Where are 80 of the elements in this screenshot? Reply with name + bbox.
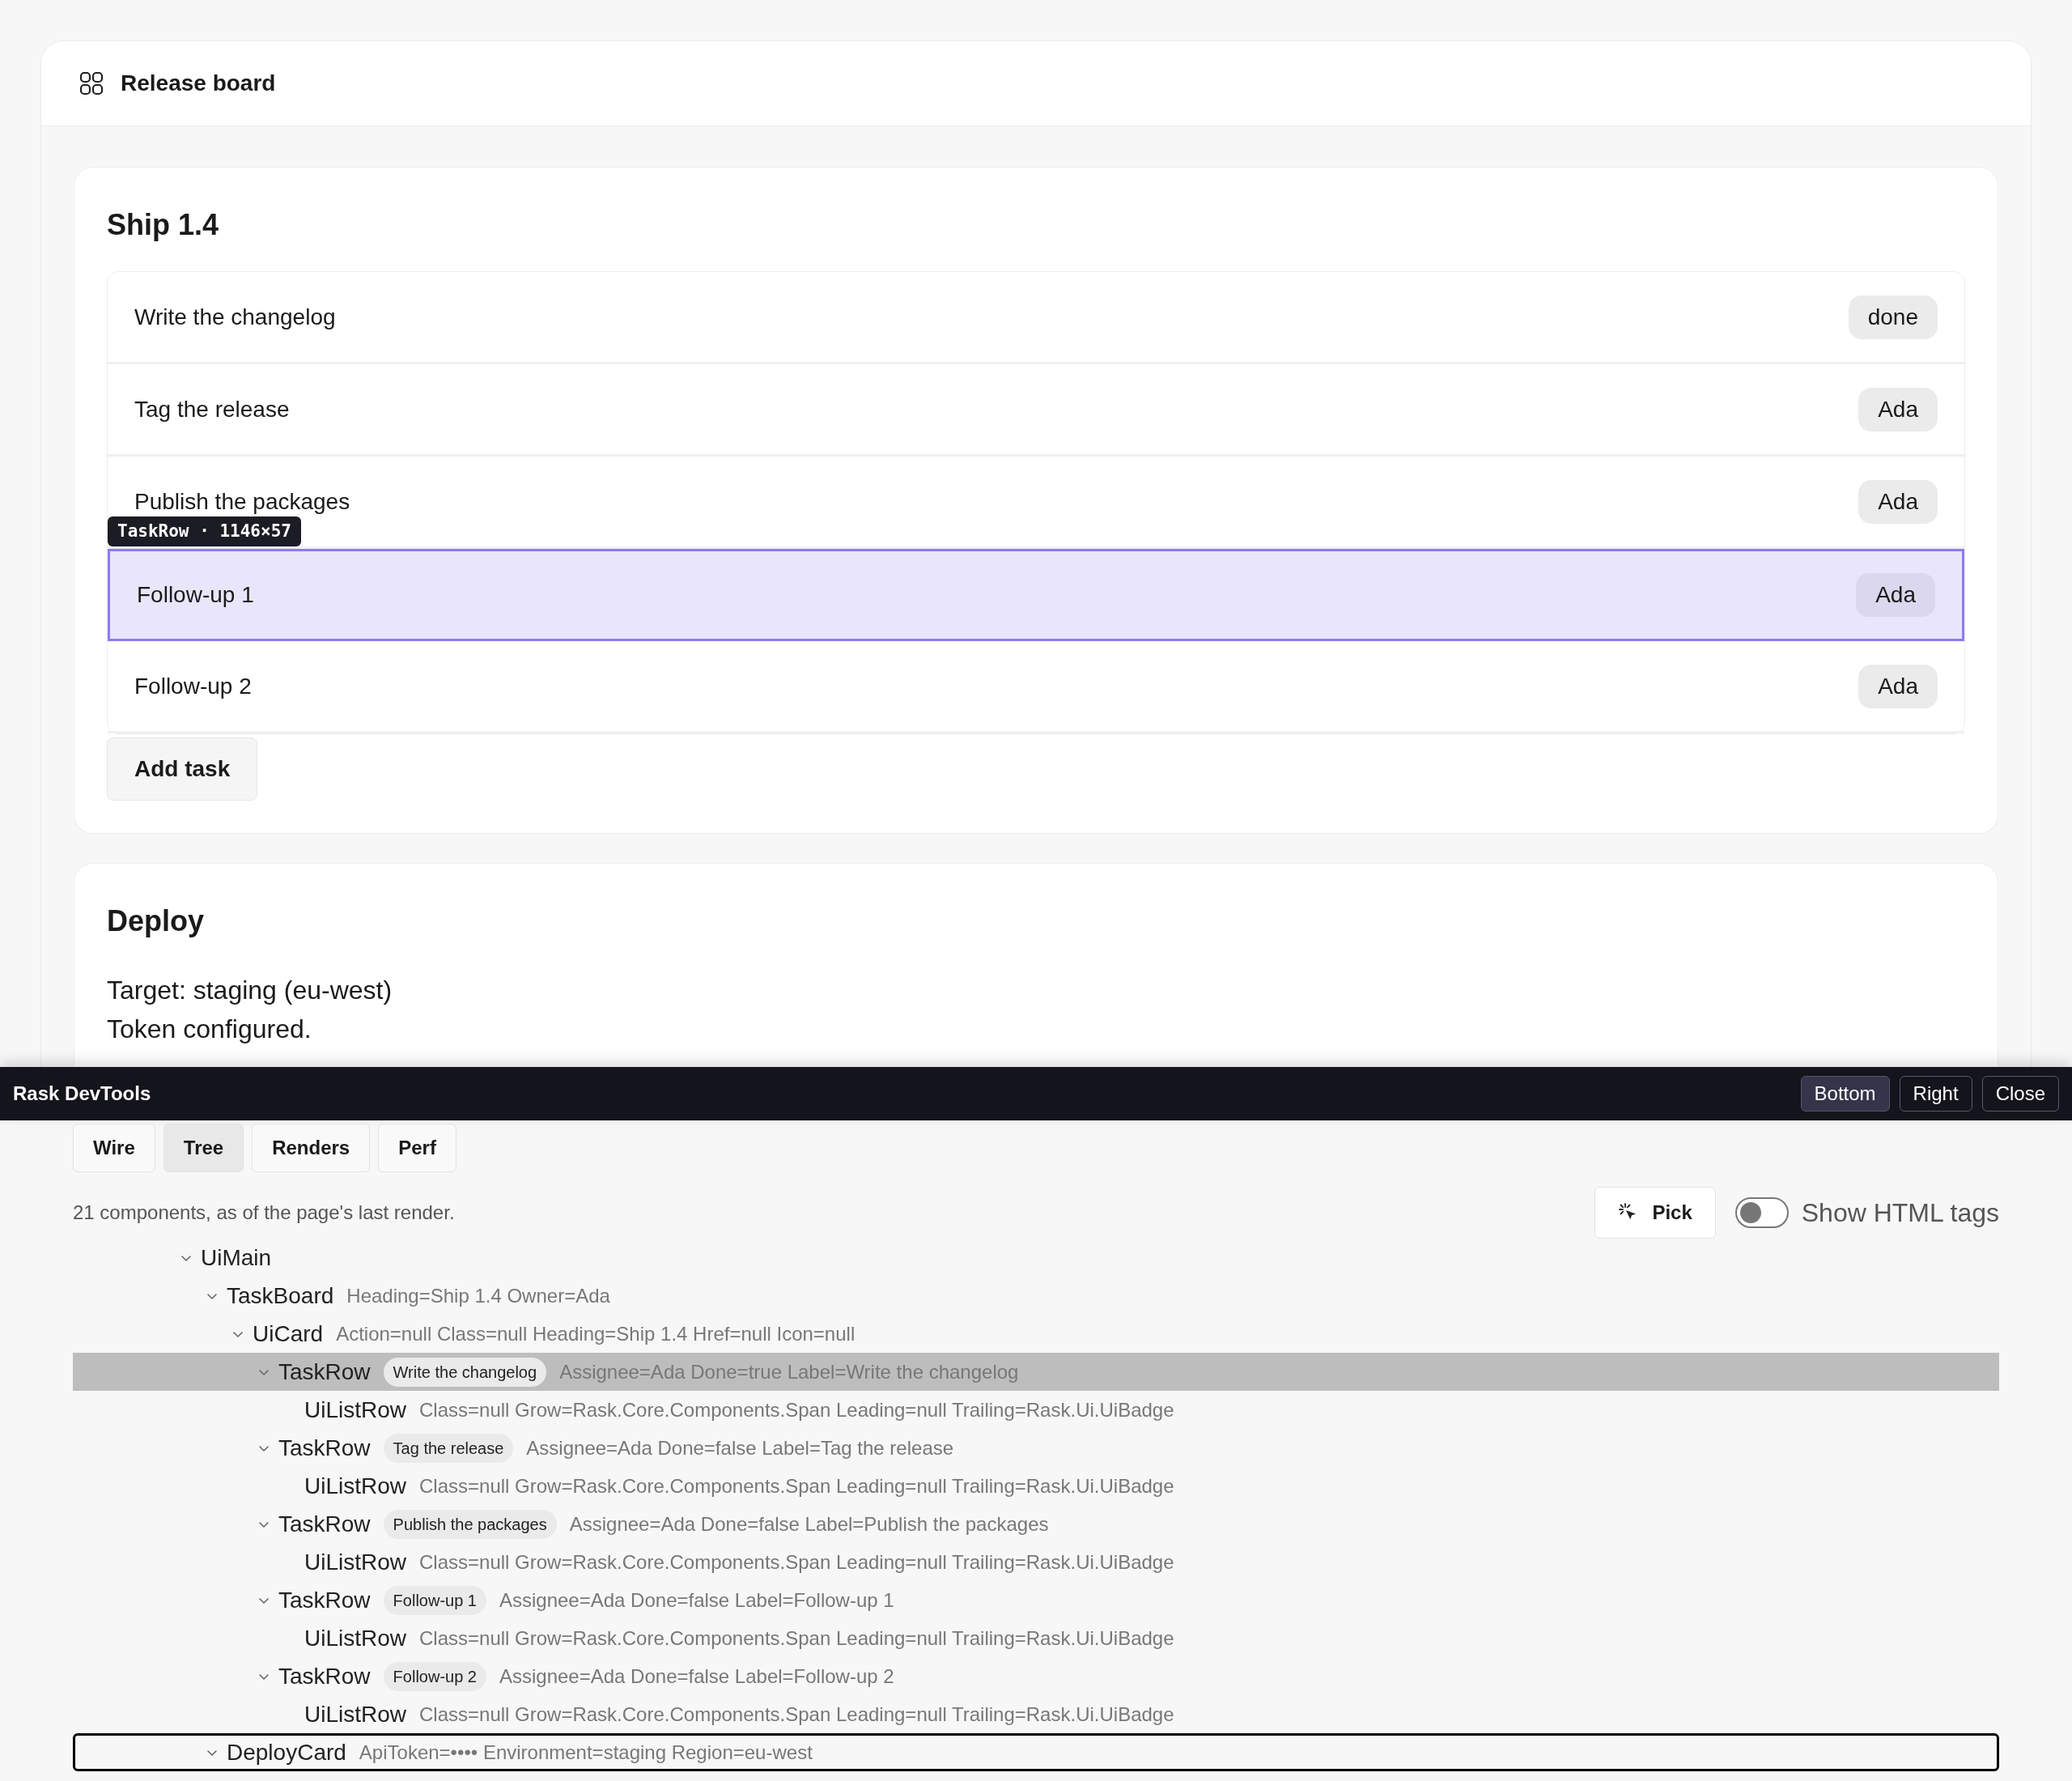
component-name: DeployCard	[227, 1738, 346, 1766]
task-row[interactable]: Write the changelog done	[108, 272, 1964, 364]
component-props: Class=null Grow=Rask.Core.Components.Span Leading=null Trailing=Rask.Ui.UiBadge	[419, 1702, 1174, 1727]
tree-row[interactable]: TaskRow Write the changelog Assignee=Ada Done=true Label=Write the changelog	[73, 1353, 1999, 1391]
component-name: UiMain	[201, 1243, 272, 1272]
tree-row[interactable]: TaskRow Tag the release Assignee=Ada Done=false Label=Tag the release	[73, 1429, 1999, 1467]
tree-row[interactable]: TaskRow Follow-up 1 Assignee=Ada Done=false Label=Follow-up 1	[73, 1581, 1999, 1619]
task-label: Follow-up 2	[134, 672, 252, 700]
component-props: Assignee=Ada Done=false Label=Publish the packages	[569, 1511, 1049, 1537]
component-summary: 21 components, as of the page's last render.	[73, 1201, 455, 1225]
dock-button[interactable]: Right	[1899, 1076, 1972, 1112]
assignee-badge: Ada	[1856, 573, 1935, 617]
tree-row[interactable]: DeployCard ApiToken=•••• Environment=staging Region=eu-west	[73, 1733, 1999, 1771]
assignee-badge: Ada	[1858, 387, 1938, 431]
devtools-tab[interactable]: Wire	[73, 1124, 155, 1172]
component-name: TaskBoard	[227, 1282, 334, 1310]
assignee-badge: done	[1848, 295, 1938, 339]
component-props: Class=null Grow=Rask.Core.Components.Span Leading=null Trailing=Rask.Ui.UiBadge	[419, 1626, 1174, 1651]
component-name: UiListRow	[304, 1700, 407, 1728]
dock-button[interactable]: Bottom	[1800, 1076, 1890, 1112]
component-name: TaskRow	[278, 1586, 371, 1614]
task-label: Write the changelog	[134, 303, 336, 331]
pick-button[interactable]: Pick	[1594, 1187, 1716, 1239]
tree-row[interactable]: UiListRow Class=null Grow=Rask.Core.Components.Span Leading=null Trailing=Rask.Ui.UiBadge	[73, 1467, 1999, 1505]
task-label: Tag the release	[134, 395, 290, 423]
label-pill: Write the changelog	[383, 1357, 547, 1387]
component-name: UiListRow	[304, 1396, 407, 1424]
devtools-tab[interactable]: Tree	[163, 1124, 244, 1172]
tree-row[interactable]: UiCard Action=null Class=null Heading=Ship 1.4 Href=null Icon=null	[73, 1315, 1999, 1353]
component-props: Assignee=Ada Done=false Label=Tag the release	[526, 1435, 954, 1460]
deploy-text: Target: staging (eu-west)	[107, 975, 393, 1006]
component-props: ApiToken=•••• Environment=staging Region=eu-west	[359, 1740, 813, 1765]
component-props: Assignee=Ada Done=false Label=Follow-up 2	[499, 1664, 894, 1689]
assignee-badge: Ada	[1858, 479, 1938, 524]
devtools-tab[interactable]: Perf	[378, 1124, 456, 1172]
task-label: Publish the packages	[134, 487, 350, 516]
label-pill: Publish the packages	[383, 1509, 557, 1539]
label-pill: Follow-up 1	[383, 1585, 486, 1615]
tree-row[interactable]: TaskBoard Heading=Ship 1.4 Owner=Ada	[73, 1277, 1999, 1315]
component-props: Heading=Ship 1.4 Owner=Ada	[346, 1283, 610, 1308]
toggle-label: Show HTML tags	[1801, 1197, 1999, 1229]
deploy-text: Token configured.	[107, 1014, 312, 1045]
grid-icon	[79, 70, 104, 96]
dock-button[interactable]: Close	[1981, 1076, 2059, 1112]
label-pill: Tag the release	[383, 1433, 514, 1463]
tree-row[interactable]: TaskRow Publish the packages Assignee=Ada Done=false Label=Publish the packages	[73, 1505, 1999, 1543]
toggle-switch[interactable]	[1734, 1197, 1789, 1228]
tree-row[interactable]: UiListRow Class=null Grow=Rask.Core.Components.Span Leading=null Trailing=Rask.Ui.UiBadge	[73, 1695, 1999, 1733]
tree-row[interactable]: UiListRow Class=null Grow=Rask.Core.Components.Span Leading=null Trailing=Rask.Ui.UiBadge	[73, 1391, 1999, 1429]
inspector-tooltip: TaskRow · 1146×57	[108, 516, 301, 546]
label-pill: Follow-up 2	[383, 1661, 486, 1691]
component-name: TaskRow	[278, 1358, 371, 1386]
devtools-tab[interactable]: Renders	[252, 1124, 371, 1172]
add-task-button[interactable]: Add task	[107, 737, 258, 801]
app-title: Release board	[121, 70, 276, 97]
tree-row[interactable]: TaskRow Follow-up 2 Assignee=Ada Done=false Label=Follow-up 2	[73, 1657, 1999, 1695]
card-heading: Deploy	[107, 903, 206, 939]
component-props: Class=null Grow=Rask.Core.Components.Span Leading=null Trailing=Rask.Ui.UiBadge	[419, 1397, 1174, 1422]
tree-row[interactable]: UiListRow Class=null Grow=Rask.Core.Components.Span Leading=null Trailing=Rask.Ui.UiBadge	[73, 1619, 1999, 1657]
component-name: TaskRow	[278, 1434, 371, 1462]
component-name: UiListRow	[304, 1472, 407, 1500]
component-props: Assignee=Ada Done=true Label=Write the changelog	[559, 1359, 1019, 1384]
card-heading: Ship 1.4	[107, 207, 220, 243]
task-row[interactable]: Follow-up 2 Ada	[108, 641, 1964, 733]
component-name: UiListRow	[304, 1548, 407, 1576]
component-name: TaskRow	[278, 1662, 371, 1690]
component-name: TaskRow	[278, 1510, 371, 1538]
component-props: Class=null Grow=Rask.Core.Components.Span Leading=null Trailing=Rask.Ui.UiBadge	[419, 1549, 1174, 1575]
task-row[interactable]: Follow-up 1 Ada	[108, 549, 1964, 641]
component-props: Class=null Grow=Rask.Core.Components.Span Leading=null Trailing=Rask.Ui.UiBadge	[419, 1473, 1174, 1498]
tree-row[interactable]: UiListRow Class=null Grow=Rask.Core.Components.Span Leading=null Trailing=Rask.Ui.UiBadge	[73, 1543, 1999, 1581]
component-props: Assignee=Ada Done=false Label=Follow-up 1	[499, 1588, 894, 1613]
tree-row[interactable]: UiMain	[73, 1239, 1999, 1277]
task-label: Follow-up 1	[137, 581, 254, 609]
task-row[interactable]: Tag the release Ada	[108, 364, 1964, 457]
devtools-title: Rask DevTools	[13, 1082, 151, 1106]
assignee-badge: Ada	[1858, 664, 1938, 708]
component-props: Action=null Class=null Heading=Ship 1.4 Href=null Icon=null	[336, 1321, 856, 1346]
component-name: UiListRow	[304, 1624, 407, 1652]
component-name: UiCard	[253, 1320, 324, 1348]
